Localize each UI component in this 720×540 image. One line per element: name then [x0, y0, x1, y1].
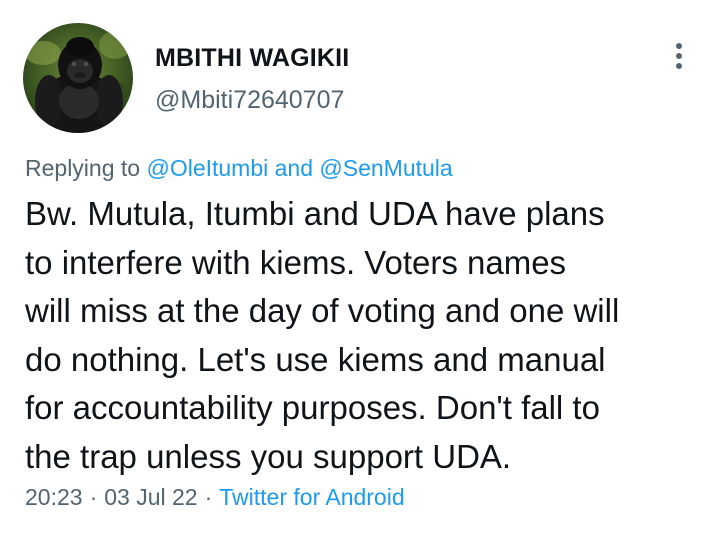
meta-separator: · [204, 484, 213, 510]
tweet-text-line: will miss at the day of voting and one w… [25, 292, 620, 329]
more-vertical-icon [676, 43, 682, 69]
tweet-metadata: 20:23 · 03 Jul 22 · Twitter for Android [25, 484, 405, 511]
avatar[interactable] [23, 23, 133, 133]
author-handle[interactable]: @Mbiti72640707 [155, 86, 344, 115]
replying-to-label: Replying to [25, 155, 141, 181]
tweet-time[interactable]: 20:23 [25, 484, 83, 510]
reply-mention-link[interactable]: @OleItumbi [146, 155, 268, 181]
tweet-date[interactable]: 03 Jul 22 [104, 484, 197, 510]
tweet-source-link[interactable]: Twitter for Android [219, 484, 404, 510]
reply-mention-joiner[interactable]: and [275, 155, 313, 181]
tweet-text-line: do nothing. Let's use kiems and manual [25, 340, 606, 378]
reply-mention-link[interactable]: @SenMutula [319, 155, 452, 181]
tweet-text-line: for accountability purposes. Don't fall … [25, 389, 600, 426]
more-options-button[interactable] [664, 40, 694, 72]
tweet-text: Bw. Mutula, Itumbi and UDA have plans to… [25, 190, 710, 481]
tweet-text-line: the trap unless you support UDA. [25, 437, 512, 475]
gorilla-avatar-icon [23, 23, 133, 133]
tweet-text-line: to interfere with kiems. Voters names [25, 243, 567, 281]
replying-to: Replying to @OleItumbi and @SenMutula [25, 155, 453, 182]
author-display-name[interactable]: MBITHI WAGIKII [155, 44, 349, 73]
tweet-text-line: Bw. Mutula, Itumbi and UDA have plans [25, 195, 605, 232]
meta-separator: · [89, 484, 98, 510]
